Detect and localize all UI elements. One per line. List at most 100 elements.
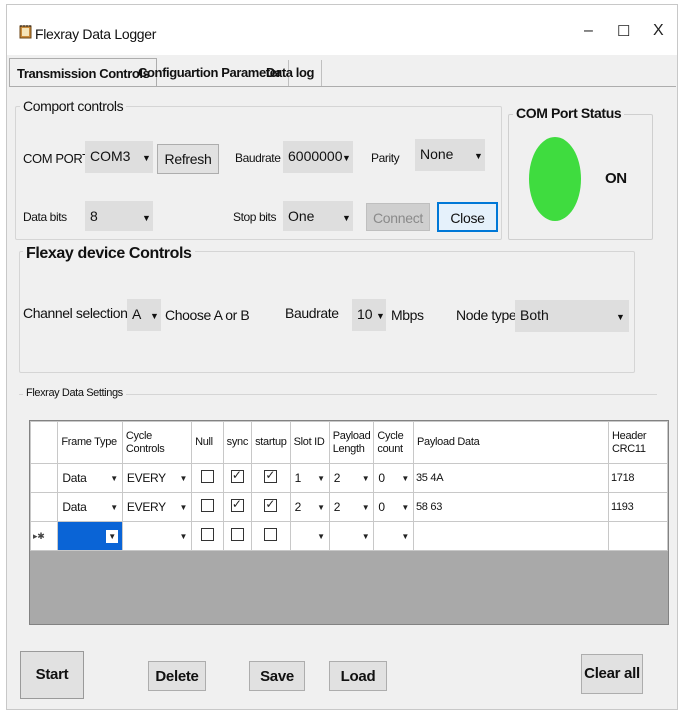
cycle-controls-cell[interactable]: EVERY ▼ [121, 463, 193, 493]
device-baudrate-select[interactable]: 10 ▼ [352, 299, 386, 331]
col-cycle-controls[interactable]: Cycle Controls [121, 421, 193, 464]
startup-checkbox[interactable] [264, 528, 278, 541]
com-port-value: COM3 [90, 148, 131, 164]
slot-id-cell[interactable]: 2 ▼ [289, 492, 330, 522]
refresh-button[interactable]: Refresh [157, 144, 219, 174]
stop-bits-value: One [288, 208, 315, 224]
parity-select[interactable]: None ▼ [415, 139, 485, 171]
null-checkbox[interactable] [200, 499, 214, 512]
cycle-count-value: 0 [378, 471, 385, 485]
startup-cell-new[interactable] [251, 521, 291, 551]
data-settings-title: Flexray Data Settings [23, 387, 126, 399]
sync-cell[interactable] [222, 463, 253, 493]
minimize-button[interactable]: – [584, 22, 593, 40]
channel-hint: Choose A or B [165, 307, 250, 323]
null-cell-new[interactable] [191, 521, 224, 551]
chevron-down-icon: ▼ [342, 213, 351, 223]
col-startup[interactable]: startup [251, 421, 291, 464]
chevron-down-icon: ▼ [317, 531, 325, 541]
load-button[interactable]: Load [329, 661, 387, 691]
cycle-controls-value: EVERY [126, 471, 166, 485]
header-crc11-cell[interactable]: 1718 [607, 463, 668, 493]
payload-length-cell[interactable]: 2 ▼ [328, 492, 375, 522]
data-bits-select[interactable]: 8 ▼ [85, 201, 153, 231]
col-sync[interactable]: sync [222, 421, 253, 464]
row-header[interactable] [30, 492, 59, 522]
cycle-count-cell[interactable]: 0 ▼ [373, 463, 414, 493]
connect-button[interactable]: Connect [366, 203, 430, 231]
comport-controls-title: Comport controls [20, 98, 127, 114]
stop-bits-label: Stop bits [233, 210, 277, 224]
channel-select[interactable]: A ▼ [127, 299, 161, 331]
col-null[interactable]: Null [191, 421, 224, 464]
header-crc11-cell[interactable]: 1193 [607, 492, 668, 522]
delete-button[interactable]: Delete [148, 661, 206, 691]
payload-length-cell-new[interactable]: ▼ [328, 521, 375, 551]
payload-data-cell[interactable]: 58 63 [412, 492, 609, 522]
col-payload-length[interactable]: Payload Length [328, 421, 375, 464]
save-button[interactable]: Save [249, 661, 305, 691]
null-checkbox[interactable] [200, 528, 214, 541]
close-port-button[interactable]: Close [437, 202, 498, 232]
startup-cell[interactable] [251, 463, 291, 493]
frame-type-cell-new[interactable]: ▼ [57, 521, 123, 551]
cycle-count-cell-new[interactable]: ▼ [373, 521, 414, 551]
cycle-controls-cell-new[interactable]: ▼ [121, 521, 193, 551]
node-type-label: Node type [456, 307, 517, 323]
cycle-controls-cell[interactable]: EVERY ▼ [121, 492, 193, 522]
table-row: Data▼ EVERY▼ 2▼ 2▼ 0▼ 58 63 1193 [30, 492, 668, 522]
data-bits-label: Data bits [23, 210, 67, 224]
sync-cell[interactable] [222, 492, 253, 522]
col-frame-type[interactable]: Frame Type [57, 421, 123, 464]
payload-data-cell[interactable]: 35 4A [412, 463, 609, 493]
node-type-select[interactable]: Both ▼ [515, 300, 629, 332]
stop-bits-select[interactable]: One ▼ [283, 201, 353, 231]
data-bits-value: 8 [90, 208, 98, 224]
start-button[interactable]: Start [20, 651, 84, 699]
sync-checkbox[interactable] [230, 468, 244, 483]
sync-checkbox[interactable] [230, 497, 244, 512]
payload-length-value: 2 [333, 471, 341, 485]
tab-data-log[interactable]: Data log [259, 60, 323, 86]
device-baudrate-value: 10 [357, 306, 373, 322]
frame-type-cell[interactable]: Data ▼ [57, 492, 123, 522]
col-slot-id[interactable]: Slot ID [289, 421, 330, 464]
startup-checkbox[interactable] [264, 468, 278, 483]
data-table: Frame Type Cycle Controls Null sync star… [30, 421, 668, 551]
device-baudrate-label: Baudrate [285, 305, 339, 321]
null-cell[interactable] [191, 492, 224, 522]
parity-value: None [420, 146, 454, 162]
col-payload-data[interactable]: Payload Data [412, 421, 609, 464]
frame-type-cell[interactable]: Data ▼ [57, 463, 123, 493]
sync-cell-new[interactable] [222, 521, 253, 551]
header-crc11-cell-new[interactable] [607, 521, 668, 551]
payload-data-cell-new[interactable] [412, 521, 609, 551]
row-header-corner [30, 421, 59, 464]
sync-checkbox[interactable] [230, 528, 244, 541]
col-header-crc11[interactable]: Header CRC11 [607, 421, 668, 464]
chevron-down-icon: ▼ [342, 153, 351, 163]
cycle-count-cell[interactable]: 0 ▼ [373, 492, 414, 522]
null-checkbox[interactable] [200, 470, 214, 483]
maximize-button[interactable]: ☐ [617, 22, 630, 40]
frame-type-value: Data [62, 471, 87, 485]
chevron-down-icon: ▼ [401, 502, 409, 512]
new-row-marker[interactable]: ▸✱ [30, 521, 59, 551]
chevron-down-icon: ▼ [106, 529, 118, 543]
chevron-down-icon: ▼ [361, 531, 370, 541]
table-header-row: Frame Type Cycle Controls Null sync star… [30, 421, 668, 464]
slot-id-cell-new[interactable]: ▼ [289, 521, 330, 551]
null-cell[interactable] [191, 463, 224, 493]
clear-all-button[interactable]: Clear all [581, 654, 643, 694]
startup-checkbox[interactable] [264, 497, 278, 512]
baudrate-select[interactable]: 6000000 ▼ [283, 141, 353, 173]
col-cycle-count[interactable]: Cycle count [373, 421, 414, 464]
payload-length-cell[interactable]: 2 ▼ [328, 463, 375, 493]
row-header[interactable] [30, 463, 59, 493]
slot-id-cell[interactable]: 1 ▼ [289, 463, 330, 493]
flexray-device-controls-title: Flexay device Controls [23, 245, 195, 263]
startup-cell[interactable] [251, 492, 291, 522]
close-window-button[interactable]: X [653, 22, 664, 40]
channel-selection-label: Channel selection [23, 305, 128, 321]
com-port-select[interactable]: COM3 ▼ [85, 141, 153, 173]
